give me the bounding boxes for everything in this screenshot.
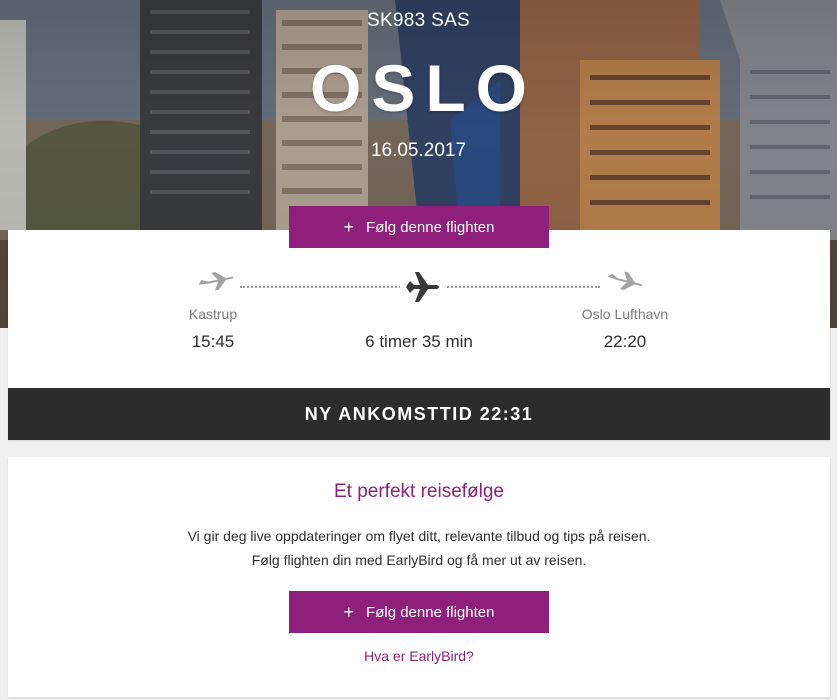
- flight-card: Kastrup Oslo Lufthavn 15:45 6 timer 35 m…: [8, 230, 830, 440]
- plane-takeoff-icon: [198, 271, 234, 291]
- follow-flight-button-top[interactable]: + Følg denne flighten: [289, 206, 549, 248]
- info-description-line-2: Følg flighten din med EarlyBird og få me…: [251, 552, 587, 568]
- plus-icon: +: [343, 602, 355, 622]
- plane-icon: [400, 270, 446, 304]
- follow-flight-label: Følg denne flighten: [366, 218, 495, 236]
- flight-date: 16.05.2017: [370, 140, 467, 161]
- departure-time: 15:45: [191, 332, 235, 351]
- info-description-line-1: Vi gir deg live oppdateringer om flyet d…: [187, 528, 651, 544]
- follow-flight-label: Følg denne flighten: [366, 603, 495, 621]
- arrival-time: 22:20: [603, 332, 647, 351]
- departure-airport: Kastrup: [188, 306, 238, 322]
- plane-landing-icon: [607, 271, 643, 290]
- follow-flight-button-bottom[interactable]: + Følg denne flighten: [289, 591, 549, 633]
- what-is-earlybird-link[interactable]: Hva er EarlyBird?: [8, 648, 830, 664]
- flight-duration: 6 timer 35 min: [365, 332, 473, 351]
- flight-code: SK983 SAS: [366, 10, 471, 31]
- arrival-airport: Oslo Lufthavn: [581, 306, 669, 322]
- new-arrival-time-bar: NY ANKOMSTTID 22:31: [8, 388, 830, 440]
- info-title: Et perfekt reisefølge: [333, 481, 505, 502]
- destination-city: OSLO: [309, 51, 537, 125]
- plus-icon: +: [343, 217, 355, 237]
- info-card: Et perfekt reisefølge Vi gir deg live op…: [8, 457, 830, 697]
